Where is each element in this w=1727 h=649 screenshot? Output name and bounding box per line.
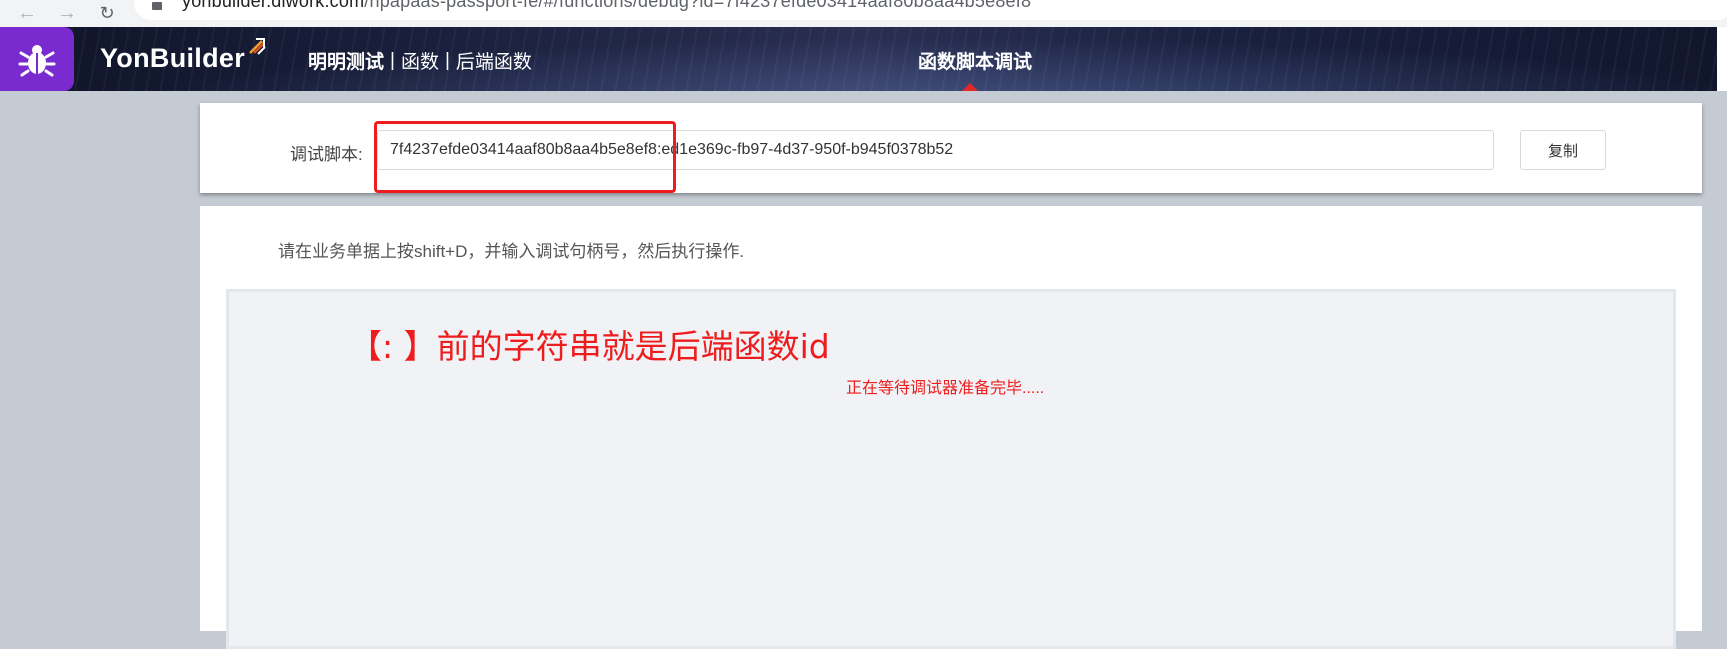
lock-icon[interactable] [152, 2, 162, 10]
breadcrumb-separator: | [390, 49, 395, 71]
scrollbar[interactable] [1717, 27, 1727, 91]
forward-icon[interactable]: → [54, 1, 80, 27]
app-header: YonBuilder 明明测试 | 函数 | 后端函数 函数脚本调试 [0, 27, 1727, 91]
back-icon[interactable]: ← [14, 1, 40, 27]
page-title: 函数脚本调试 [918, 52, 1033, 73]
reload-icon[interactable]: ↻ [94, 1, 120, 27]
yonbuilder-logo[interactable]: YonBuilder [100, 38, 266, 74]
logo-text: YonBuilder [100, 43, 246, 73]
main-panel: 请在业务单据上按shift+D，并输入调试句柄号，然后执行操作. 【: 】前的字… [200, 206, 1702, 649]
breadcrumb-separator: | [444, 49, 450, 71]
debug-script-input[interactable] [377, 130, 1494, 170]
status-text: 正在等待调试器准备完毕..... [846, 380, 1045, 397]
url-path: /npapaas-passport-fe/#/functions/debug?i… [364, 0, 1032, 11]
breadcrumb-functions[interactable]: 函数 [401, 47, 439, 74]
instruction-text: 请在业务单据上按shift+D，并输入调试句柄号，然后执行操作. [278, 242, 745, 261]
breadcrumb-app[interactable]: 明明测试 [308, 47, 384, 74]
copy-button[interactable]: 复制 [1520, 130, 1606, 170]
debug-app-button[interactable] [0, 27, 74, 91]
browser-toolbar: ← → ↻ yonbuilder.diwork.com/npapaas-pass… [0, 0, 1727, 27]
url-text: yonbuilder.diwork.com/npapaas-passport-f… [182, 0, 1031, 12]
breadcrumb-backend-functions[interactable]: 后端函数 [456, 47, 532, 74]
address-bar[interactable]: yonbuilder.diwork.com/npapaas-passport-f… [134, 0, 1727, 20]
annotation-text: 【: 】前的字符串就是后端函数id [349, 327, 830, 366]
bug-icon [18, 45, 56, 77]
debug-console: 【: 】前的字符串就是后端函数id 正在等待调试器准备完毕..... [226, 289, 1676, 649]
debug-script-label: 调试脚本: [290, 145, 363, 164]
debug-script-card: 调试脚本: 复制 [200, 103, 1702, 193]
yonyou-logo-mark-icon [249, 38, 266, 55]
url-host: yonbuilder.diwork.com [182, 0, 365, 11]
breadcrumb: 明明测试 | 函数 | 后端函数 [308, 47, 532, 74]
